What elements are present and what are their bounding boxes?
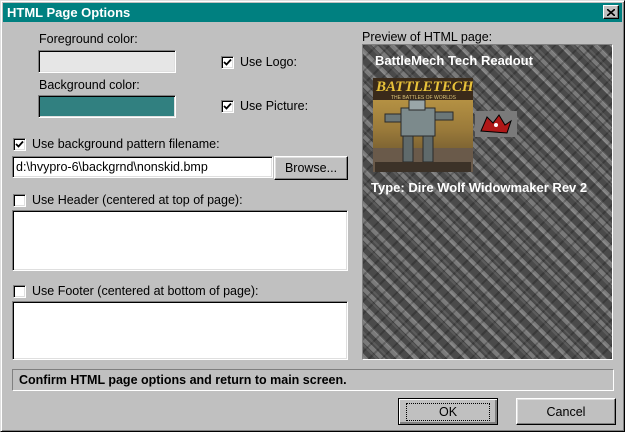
cancel-button[interactable]: Cancel	[516, 398, 616, 425]
ok-button-label: OK	[405, 402, 491, 421]
foreground-color-label: Foreground color:	[39, 32, 138, 46]
use-picture-option[interactable]: Use Picture:	[221, 99, 308, 113]
preview-picture	[475, 111, 517, 137]
use-footer-checkbox[interactable]	[13, 284, 26, 298]
preview-label: Preview of HTML page:	[362, 30, 493, 44]
preview-logo-image: BATTLETECH THE BATTLES OF WORLDS	[373, 78, 473, 172]
bg-pattern-path-input[interactable]	[12, 156, 273, 178]
dialog-window: HTML Page Options Foreground color: Back…	[0, 0, 625, 432]
logo-title-text: BATTLETECH	[376, 79, 473, 95]
use-picture-label: Use Picture:	[240, 99, 309, 113]
preview-page-title: BattleMech Tech Readout	[375, 53, 533, 68]
use-header-option[interactable]: Use Header (centered at top of page):	[13, 193, 243, 207]
use-bg-pattern-label: Use background pattern filename:	[32, 137, 220, 151]
ok-button[interactable]: OK	[398, 398, 498, 425]
use-picture-checkbox[interactable]	[221, 99, 234, 113]
html-preview-pane: BattleMech Tech Readout BATTLETECH THE B…	[362, 44, 613, 360]
wolf-emblem-icon	[475, 111, 517, 137]
status-bar: Confirm HTML page options and return to …	[12, 369, 614, 391]
use-footer-label: Use Footer (centered at bottom of page):	[32, 284, 259, 298]
foreground-color-swatch[interactable]	[38, 50, 176, 73]
footer-textarea[interactable]	[12, 301, 348, 360]
use-logo-checkbox[interactable]	[221, 55, 234, 69]
title-bar[interactable]: HTML Page Options	[3, 3, 622, 22]
use-logo-label: Use Logo:	[240, 55, 297, 69]
use-logo-option[interactable]: Use Logo:	[221, 55, 297, 69]
use-header-checkbox[interactable]	[13, 193, 26, 207]
close-button[interactable]	[603, 5, 619, 19]
logo-subtitle-text: THE BATTLES OF WORLDS	[391, 95, 456, 101]
close-icon	[607, 8, 615, 16]
window-title: HTML Page Options	[7, 5, 131, 20]
foreground-color-fill	[40, 52, 174, 71]
check-icon	[223, 102, 232, 110]
preview-type-line: Type: Dire Wolf Widowmaker Rev 2	[371, 180, 588, 195]
use-header-label: Use Header (centered at top of page):	[32, 193, 243, 207]
use-bg-pattern-option[interactable]: Use background pattern filename:	[13, 137, 220, 151]
background-color-label: Background color:	[39, 78, 140, 92]
header-textarea[interactable]	[12, 210, 348, 271]
use-bg-pattern-checkbox[interactable]	[13, 137, 26, 151]
use-footer-option[interactable]: Use Footer (centered at bottom of page):	[13, 284, 259, 298]
check-icon	[15, 140, 24, 148]
check-icon	[223, 58, 232, 66]
browse-button[interactable]: Browse...	[274, 156, 348, 180]
background-color-swatch[interactable]	[38, 95, 176, 118]
background-color-fill	[40, 97, 174, 116]
